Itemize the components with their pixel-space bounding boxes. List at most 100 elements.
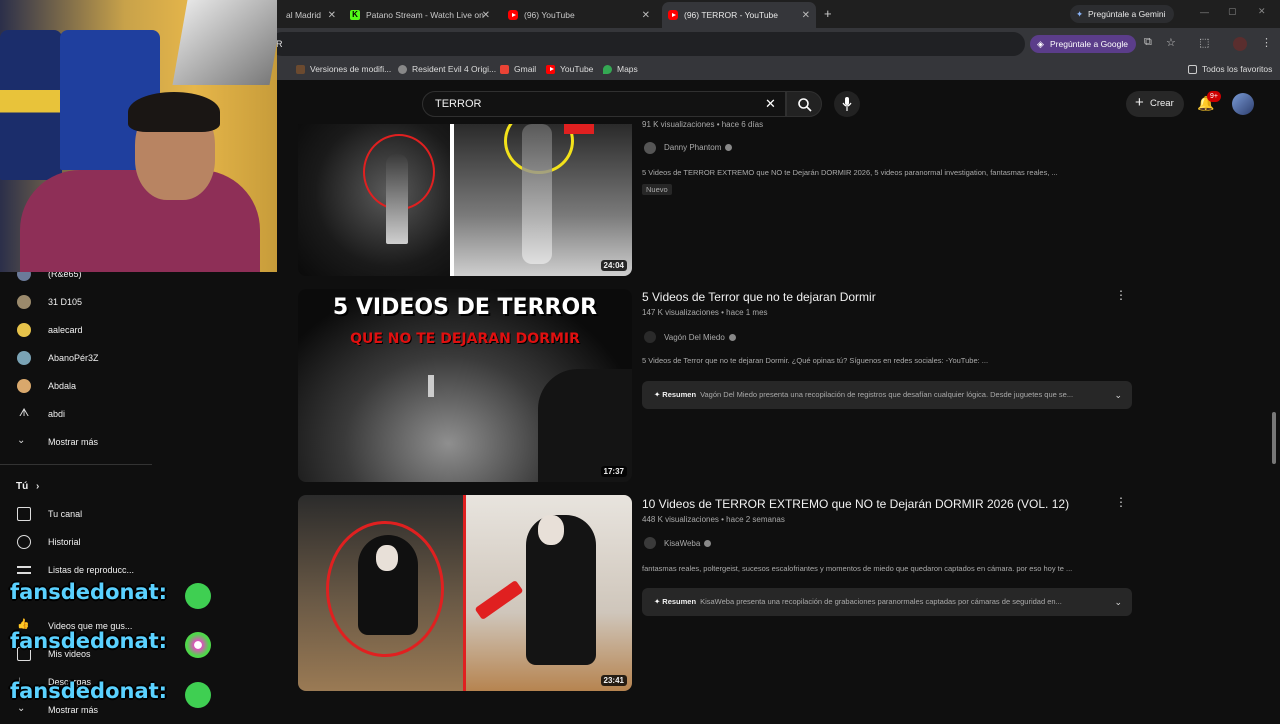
sidebar-divider bbox=[0, 464, 152, 465]
bookmark-item[interactable]: Resident Evil 4 Origi... bbox=[398, 64, 496, 74]
close-icon[interactable]: ✕ bbox=[328, 10, 336, 21]
channel-avatar[interactable] bbox=[644, 142, 656, 154]
chevron-down-icon[interactable]: ⌄ bbox=[1114, 588, 1122, 616]
sidebar-subscription[interactable]: Abdala bbox=[0, 372, 152, 400]
search-icon bbox=[798, 98, 812, 112]
all-bookmarks[interactable]: Todos los favoritos bbox=[1188, 64, 1272, 74]
channel-avatar: ᗑ bbox=[18, 407, 30, 419]
video-title[interactable]: 10 Videos de TERROR EXTREMO que NO te De… bbox=[642, 497, 1069, 511]
maximize-icon[interactable]: ▢ bbox=[1228, 6, 1237, 17]
summary-label: Resumen bbox=[662, 597, 697, 606]
chevron-down-icon[interactable]: ⌄ bbox=[1114, 381, 1122, 409]
tab-label: (96) TERROR - YouTube bbox=[684, 10, 779, 20]
ai-summary[interactable]: ✦ Resumen Vagón Del Miedo presenta una rec… bbox=[642, 381, 1132, 409]
sidebar-subscription[interactable]: ᗑ abdi bbox=[0, 400, 152, 428]
verified-icon bbox=[728, 334, 736, 342]
more-options-icon[interactable]: ⋮ bbox=[1115, 288, 1127, 302]
video-title[interactable]: 5 Videos de Terror que no te dejaran Dor… bbox=[642, 290, 876, 304]
channel-name-text: Danny Phantom bbox=[664, 143, 722, 152]
channel-name[interactable]: Danny Phantom bbox=[664, 143, 733, 152]
tab-real-madrid[interactable]: al Madrid ✕ bbox=[280, 2, 342, 28]
all-bookmarks-label: Todos los favoritos bbox=[1202, 64, 1273, 74]
bookmark-item[interactable]: Maps bbox=[603, 64, 638, 74]
you-section-heading[interactable]: Tú › bbox=[0, 472, 152, 500]
close-icon[interactable]: ✕ bbox=[642, 10, 650, 21]
account-avatar[interactable] bbox=[1232, 93, 1254, 115]
sidebar-item-your-channel[interactable]: Tu canal bbox=[0, 500, 152, 528]
youtube-icon bbox=[668, 10, 678, 20]
channel-name[interactable]: Vagón Del Miedo bbox=[664, 333, 736, 342]
bookmark-star-icon[interactable]: ☆ bbox=[1166, 36, 1176, 49]
youtube-icon bbox=[508, 10, 518, 20]
window-close-icon[interactable]: ✕ bbox=[1258, 6, 1266, 17]
gemini-button[interactable]: ✦ Pregúntale a Gemini bbox=[1070, 5, 1174, 23]
thumbnail-left-panel bbox=[298, 495, 463, 691]
emote-icon bbox=[185, 583, 211, 609]
video-thumbnail[interactable]: 24:04 bbox=[298, 124, 632, 276]
tab-patano-stream[interactable]: K Patano Stream - Watch Live on ✕ bbox=[344, 2, 496, 28]
address-bar[interactable]: R bbox=[270, 32, 1025, 56]
channel-avatar bbox=[17, 351, 31, 365]
kick-icon: K bbox=[350, 10, 360, 20]
sidebar-item-label: Historial bbox=[48, 537, 81, 547]
ghost-figure bbox=[386, 154, 408, 244]
more-menu-icon[interactable]: ⋮ bbox=[1261, 36, 1272, 49]
tab-label: Patano Stream - Watch Live on bbox=[366, 10, 484, 20]
channel-avatar[interactable] bbox=[644, 537, 656, 549]
video-duration: 17:37 bbox=[600, 466, 627, 477]
tab-label: al Madrid bbox=[286, 10, 321, 20]
search-input[interactable]: TERROR ✕ bbox=[422, 91, 786, 117]
bookmark-label: YouTube bbox=[560, 64, 594, 74]
sidebar-subscription[interactable]: AbanoPér3Z bbox=[0, 344, 152, 372]
show-more-label: Mostrar más bbox=[48, 705, 99, 715]
close-icon[interactable]: ✕ bbox=[802, 10, 810, 21]
summary-text: Vagón Del Miedo presenta una recopilació… bbox=[700, 390, 1074, 399]
search-button[interactable] bbox=[786, 91, 822, 117]
video-thumbnail[interactable]: 23:41 bbox=[298, 495, 632, 691]
channel-name-text: Vagón Del Miedo bbox=[664, 333, 725, 342]
channel-name[interactable]: KisaWeba bbox=[664, 539, 712, 548]
minimize-icon[interactable]: — bbox=[1200, 7, 1209, 17]
emote-icon bbox=[185, 632, 211, 658]
chevron-right-icon: › bbox=[36, 480, 40, 492]
page-scrollbar[interactable] bbox=[1272, 412, 1276, 464]
more-options-icon[interactable]: ⋮ bbox=[1115, 495, 1127, 509]
voice-search-button[interactable] bbox=[834, 91, 860, 117]
distant-figure bbox=[428, 375, 434, 397]
bookmark-item[interactable]: Versiones de modifi... bbox=[296, 64, 391, 74]
video-meta: 147 K visualizaciones • hace 1 mes bbox=[642, 308, 768, 317]
you-heading-label: Tú bbox=[16, 480, 29, 492]
gemini-icon: ✦ bbox=[1076, 9, 1084, 19]
subscription-name: Abdala bbox=[48, 381, 77, 391]
extensions-icon[interactable]: ⬚ bbox=[1199, 36, 1209, 49]
show-more-button[interactable]: ⌄ Mostrar más bbox=[0, 428, 152, 456]
channel-avatar[interactable] bbox=[644, 331, 656, 343]
sidebar-subscription[interactable]: 31 D105 bbox=[0, 288, 152, 316]
video-description: 5 Videos de TERROR EXTREMO que NO te Dej… bbox=[642, 168, 1058, 177]
sidebar-subscription[interactable]: aalecard bbox=[0, 316, 152, 344]
ai-summary[interactable]: ✦ Resumen KisaWeba presenta una recopilaci… bbox=[642, 588, 1132, 616]
sidebar-item-history[interactable]: Historial bbox=[0, 528, 152, 556]
person-hair bbox=[128, 92, 220, 132]
close-icon[interactable]: ✕ bbox=[482, 10, 490, 21]
channel-avatar bbox=[17, 379, 31, 393]
chat-username: fansdedonat: bbox=[10, 629, 168, 653]
maps-icon bbox=[603, 64, 612, 74]
install-icon[interactable]: ⧉ bbox=[1144, 36, 1152, 49]
profile-icon[interactable] bbox=[1233, 37, 1247, 51]
bookmark-item[interactable]: YouTube bbox=[546, 64, 593, 74]
create-button[interactable]: Crear bbox=[1126, 90, 1184, 117]
show-more-label: Mostrar más bbox=[48, 437, 99, 447]
ask-google-button[interactable]: Pregúntale a Google bbox=[1030, 35, 1136, 53]
your-channel-icon bbox=[17, 507, 31, 521]
thumbnail-right-panel bbox=[454, 124, 632, 276]
thumbnail-subtitle-text: QUE NO TE DEJARAN DORMIR bbox=[350, 331, 580, 347]
playlists-icon bbox=[17, 566, 31, 574]
tab-terror-youtube[interactable]: (96) TERROR - YouTube ✕ bbox=[662, 2, 816, 28]
video-thumbnail[interactable]: 5 VIDEOS DE TERROR QUE NO TE DEJARAN DOR… bbox=[298, 289, 632, 482]
new-tab-icon[interactable]: + bbox=[824, 6, 832, 21]
tab-youtube-home[interactable]: (96) YouTube ✕ bbox=[502, 2, 656, 28]
bookmark-item[interactable]: Gmail bbox=[500, 64, 536, 74]
clear-search-icon[interactable]: ✕ bbox=[765, 92, 776, 116]
thumbnail-right-panel bbox=[466, 495, 632, 691]
